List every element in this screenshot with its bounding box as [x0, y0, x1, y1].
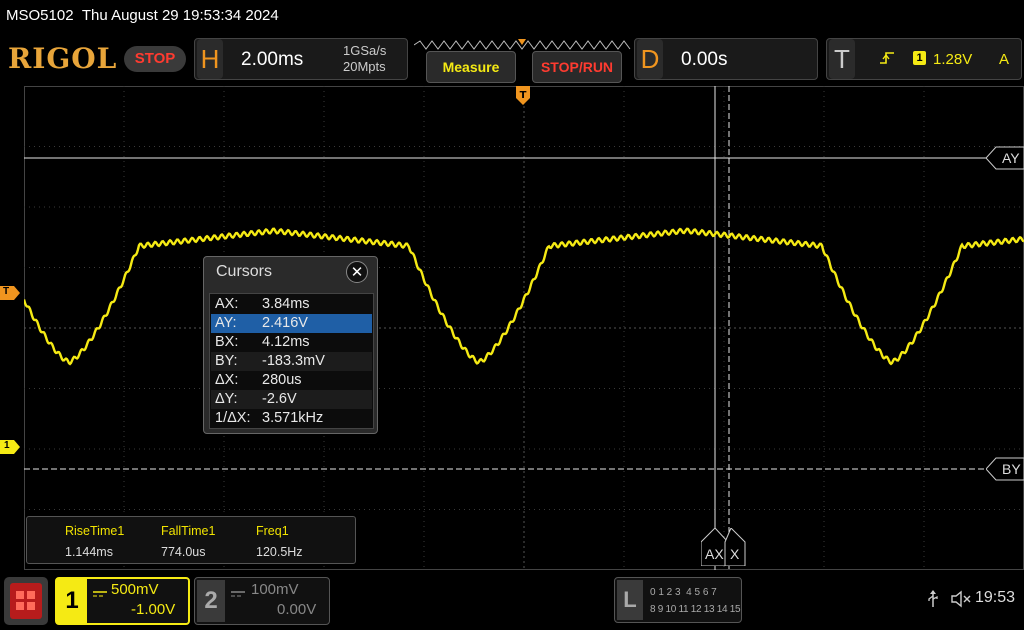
cursor-value: 4.12ms — [262, 334, 310, 350]
usb-icon — [926, 590, 940, 608]
channel2-panel[interactable]: 2 100mV 0.00V — [194, 577, 330, 625]
graticule — [22, 86, 1024, 570]
rising-edge-icon — [879, 50, 895, 66]
channel1-offset-marker[interactable]: 1 — [0, 440, 22, 454]
dc-coupling-icon — [93, 585, 107, 597]
speaker-muted-icon[interactable] — [950, 590, 972, 608]
measurement-panel[interactable]: RiseTime1 1.144ms FallTime1 774.0us Freq… — [26, 516, 356, 564]
trigger-source-badge: 1 — [913, 51, 926, 65]
cursor-ax-bx-labels[interactable]: AX X — [700, 527, 747, 567]
channel1-offset: -1.00V — [131, 601, 176, 618]
cursor-row-delta-y: ΔY: -2.6V — [211, 390, 372, 409]
cursor-by-text: BY — [1002, 461, 1021, 477]
cursor-key: 1/ΔX: — [215, 410, 251, 426]
cursor-ay-text: AY — [1002, 150, 1020, 166]
cursor-row-inverse-delta-x: 1/ΔX: 3.571kHz — [211, 409, 372, 428]
cursors-dialog[interactable]: Cursors ✕ AX: 3.84ms AY: 2.416V BX: 4.12ms … — [203, 256, 378, 434]
clock: 19:53 — [975, 589, 1016, 606]
cursor-key: BX: — [215, 334, 239, 350]
cursor-value: 280us — [262, 372, 302, 388]
channel1-number: 1 — [57, 579, 87, 623]
menu-button[interactable] — [4, 577, 48, 625]
measure-button[interactable]: Measure — [426, 51, 516, 83]
cursor-row-by[interactable]: BY: -183.3mV — [211, 352, 372, 371]
measurement-name: FallTime1 — [161, 524, 216, 538]
logic-analyzer-panel[interactable]: L 0 1 2 3 4 5 6 7 8 9 10 11 12 13 14 15 — [614, 577, 742, 623]
memory-depth: 20Mpts — [343, 59, 386, 74]
trigger-level-marker[interactable]: T — [0, 286, 22, 300]
trigger-level: 1.28V — [933, 51, 973, 68]
cursor-key: ΔX: — [215, 372, 239, 388]
trigger-panel[interactable]: T 1 1.28V A — [826, 38, 1022, 80]
model-name: MSO5102 — [6, 7, 74, 24]
sample-rate: 1GSa/s — [343, 43, 387, 58]
cursor-row-delta-x: ΔX: 280us — [211, 371, 372, 390]
memory-overview-waveform — [413, 39, 631, 50]
stop-run-button[interactable]: STOP/RUN — [532, 51, 622, 83]
logic-channels-row1: 0 1 2 3 4 5 6 7 — [650, 587, 717, 598]
cursor-value: -2.6V — [262, 391, 297, 407]
horizontal-letter: H — [197, 39, 223, 79]
channel2-offset: 0.00V — [277, 601, 317, 618]
measurement-name: Freq1 — [256, 524, 289, 538]
cursor-bx-text: X — [730, 546, 740, 562]
measurement-name: RiseTime1 — [65, 524, 125, 538]
logic-channels-row2: 8 9 10 11 12 13 14 15 — [650, 604, 741, 615]
channel1-waveform — [22, 227, 1024, 366]
channel1-panel[interactable]: 1 500mV -1.00V — [55, 577, 190, 625]
cursor-value: 2.416V — [262, 315, 308, 331]
dc-coupling-icon — [231, 585, 245, 597]
measurement-value: 774.0us — [161, 545, 206, 559]
cursor-row-bx[interactable]: BX: 4.12ms — [211, 333, 372, 352]
cursor-value: 3.84ms — [262, 296, 310, 312]
delay-panel[interactable]: D 0.00s — [634, 38, 818, 80]
svg-text:T: T — [520, 90, 527, 101]
cursor-by-label[interactable]: BY — [985, 457, 1024, 481]
channel1-marker-label: 1 — [4, 440, 10, 451]
cursor-value: -183.3mV — [262, 353, 325, 369]
channel2-number: 2 — [197, 580, 225, 622]
logic-letter: L — [617, 580, 643, 620]
channel2-scale: 100mV — [251, 581, 299, 598]
memory-overview — [413, 38, 634, 50]
cursor-key: AX: — [215, 296, 239, 312]
trigger-marker-label: T — [3, 286, 10, 297]
timebase-value: 2.00ms — [241, 49, 304, 70]
cursor-key: BY: — [215, 353, 238, 369]
delay-value: 0.00s — [681, 49, 728, 70]
cursor-ax-text: AX — [705, 546, 724, 562]
title-bar: MSO5102 Thu August 29 19:53:34 2024 — [0, 0, 1024, 32]
rigol-logo: RIGOL — [8, 42, 118, 75]
cursor-key: ΔY: — [215, 391, 238, 407]
trigger-mode: A — [999, 51, 1010, 68]
cursor-row-ax[interactable]: AX: 3.84ms — [211, 295, 372, 314]
app-grid-icon — [10, 583, 42, 619]
waveform-display[interactable] — [22, 86, 1024, 570]
close-icon[interactable]: ✕ — [346, 261, 368, 283]
cursor-value: 3.571kHz — [262, 410, 324, 426]
horizontal-panel[interactable]: H 2.00ms 1GSa/s 20Mpts — [194, 38, 408, 80]
channel1-scale: 500mV — [111, 581, 159, 598]
cursor-ay-label[interactable]: AY — [985, 146, 1024, 170]
trigger-position-marker[interactable]: T — [515, 86, 531, 106]
run-state-badge[interactable]: STOP — [124, 46, 186, 72]
delay-letter: D — [637, 39, 663, 79]
measurement-value: 1.144ms — [65, 545, 113, 559]
cursor-key: AY: — [215, 315, 237, 331]
measurement-value: 120.5Hz — [256, 545, 303, 559]
cursors-dialog-title: Cursors — [216, 263, 273, 280]
top-toolbar: RIGOL STOP H 2.00ms 1GSa/s 20Mpts Measur… — [0, 36, 1024, 84]
trigger-letter: T — [829, 39, 855, 79]
datetime: Thu August 29 19:53:34 2024 — [81, 7, 279, 24]
cursor-row-ay[interactable]: AY: 2.416V — [211, 314, 372, 333]
cursor-readout-list: AX: 3.84ms AY: 2.416V BX: 4.12ms BY: -183.3m… — [209, 293, 374, 429]
